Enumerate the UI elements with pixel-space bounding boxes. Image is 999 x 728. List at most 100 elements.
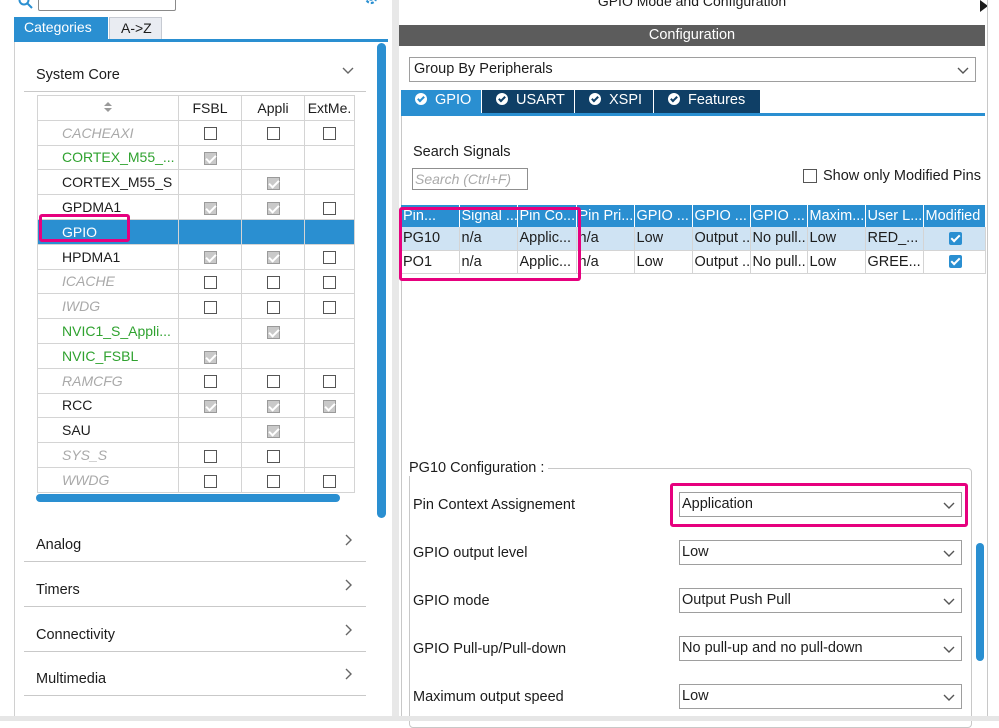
gpio-cell: No pull... <box>750 250 808 274</box>
checked-checkbox[interactable] <box>323 400 336 414</box>
pin-context-highlight-box <box>399 207 581 281</box>
checked-checkbox[interactable] <box>203 400 217 414</box>
checked-checkbox[interactable] <box>203 350 217 364</box>
check-circle-icon <box>496 93 508 105</box>
checkbox[interactable] <box>266 127 280 141</box>
horizontal-scrollbar[interactable] <box>36 494 340 502</box>
checkbox-cell <box>178 442 242 468</box>
tab-categories[interactable]: Categories <box>14 17 108 39</box>
checkbox[interactable] <box>266 375 280 389</box>
checkbox[interactable] <box>323 301 336 315</box>
output-level-select[interactable]: Low <box>679 540 962 565</box>
group-by-value: Group By Peripherals <box>414 61 553 77</box>
tab-features[interactable]: Features <box>654 90 760 113</box>
checkbox[interactable] <box>266 301 280 315</box>
gpio-col-header[interactable]: GPIO ... <box>692 205 751 227</box>
chevron-right-icon <box>345 668 352 680</box>
checkbox[interactable] <box>203 276 217 290</box>
gpio-col-header[interactable]: Pin Pri... <box>576 205 635 227</box>
right-panel: GPIO Mode and Configuration Configuratio… <box>399 0 999 728</box>
group-by-select[interactable]: Group By Peripherals <box>409 57 976 82</box>
checkbox[interactable] <box>323 474 336 488</box>
show-modified-checkbox[interactable] <box>803 169 817 183</box>
checked-checkbox[interactable] <box>203 251 217 265</box>
table-row[interactable]: NVIC1_S_Appli... <box>37 318 355 344</box>
gpio-col-header[interactable]: Modified <box>923 205 986 227</box>
table-row[interactable]: HPDMA1 <box>37 243 355 270</box>
tab-underline <box>14 39 388 42</box>
table-row[interactable]: IWDG <box>37 293 355 320</box>
category-analog[interactable]: Analog <box>24 518 366 562</box>
gpio-col-header[interactable]: Maxim... <box>807 205 866 227</box>
checkbox-cell <box>178 318 242 344</box>
category-system-core[interactable]: System Core <box>24 48 366 92</box>
gpio-highlight-box <box>39 214 130 242</box>
modified-cell <box>923 250 986 274</box>
col-header-extmem[interactable]: ExtMe. <box>304 95 355 121</box>
tab-gpio[interactable]: GPIO <box>401 90 481 113</box>
checkbox[interactable] <box>323 127 336 141</box>
checkbox[interactable] <box>266 276 280 290</box>
table-row[interactable]: SYS_S <box>37 442 355 468</box>
category-connectivity[interactable]: Connectivity <box>24 608 366 652</box>
checked-checkbox[interactable] <box>266 177 280 191</box>
table-row[interactable]: SAU <box>37 417 355 444</box>
peripheral-name: IWDG <box>37 293 179 320</box>
gpio-mode-select[interactable]: Output Push Pull <box>679 588 962 613</box>
gpio-col-header[interactable]: GPIO ... <box>634 205 693 227</box>
category-label: System Core <box>36 67 120 83</box>
category-timers[interactable]: Timers <box>24 563 366 607</box>
category-multimedia[interactable]: Multimedia <box>24 652 366 696</box>
sort-icon <box>104 101 112 112</box>
checkbox[interactable] <box>203 127 217 141</box>
checked-checkbox[interactable] <box>266 425 280 439</box>
checkbox[interactable] <box>323 201 336 215</box>
col-header-fsbl[interactable]: FSBL <box>178 95 242 121</box>
gear-icon[interactable] <box>362 0 380 8</box>
checkbox[interactable] <box>323 276 336 290</box>
search-input[interactable] <box>38 0 176 11</box>
checkbox[interactable] <box>323 251 336 265</box>
gpio-col-header[interactable]: User L... <box>865 205 924 227</box>
checkbox[interactable] <box>323 375 336 389</box>
table-row[interactable]: WWDG <box>37 466 355 493</box>
search-signals-input[interactable]: Search (Ctrl+F) <box>412 168 528 190</box>
modified-checkbox[interactable] <box>948 255 962 269</box>
table-row[interactable]: CORTEX_M55_... <box>37 144 355 171</box>
search-icon[interactable] <box>18 0 34 10</box>
table-row[interactable]: RCC <box>37 392 355 419</box>
checkbox[interactable] <box>203 474 217 488</box>
checked-checkbox[interactable] <box>203 201 217 215</box>
tab-usart[interactable]: USART <box>482 90 574 113</box>
checkbox-cell <box>241 119 305 146</box>
vertical-scrollbar[interactable] <box>377 43 386 518</box>
sort-header[interactable] <box>37 95 179 121</box>
table-row[interactable]: CACHEAXI <box>37 119 355 146</box>
table-row[interactable]: NVIC_FSBL <box>37 342 355 369</box>
checkbox[interactable] <box>203 301 217 315</box>
checked-checkbox[interactable] <box>266 201 280 215</box>
checked-checkbox[interactable] <box>203 152 217 166</box>
panel-divider[interactable] <box>392 0 399 721</box>
gpio-cell: Low <box>634 227 693 251</box>
max-speed-select[interactable]: Low <box>679 684 962 709</box>
chevron-right-icon <box>345 579 352 591</box>
col-header-appli[interactable]: Appli <box>241 95 305 121</box>
checked-checkbox[interactable] <box>266 325 280 339</box>
table-row[interactable]: ICACHE <box>37 268 355 295</box>
table-row[interactable]: CORTEX_M55_S <box>37 169 355 196</box>
checkbox[interactable] <box>203 449 217 463</box>
tab-a-z[interactable]: A->Z <box>109 17 162 39</box>
checkbox-cell <box>178 466 242 493</box>
config-scrollbar[interactable] <box>976 543 984 661</box>
gpio-col-header[interactable]: GPIO ... <box>750 205 808 227</box>
tab-xspi[interactable]: XSPI <box>575 90 653 113</box>
checked-checkbox[interactable] <box>266 400 280 414</box>
checkbox[interactable] <box>266 449 280 463</box>
pull-select[interactable]: No pull-up and no pull-down <box>679 636 962 661</box>
checkbox[interactable] <box>266 474 280 488</box>
checked-checkbox[interactable] <box>266 251 280 265</box>
table-row[interactable]: RAMCFG <box>37 367 355 394</box>
modified-checkbox[interactable] <box>948 231 962 245</box>
checkbox[interactable] <box>203 375 217 389</box>
